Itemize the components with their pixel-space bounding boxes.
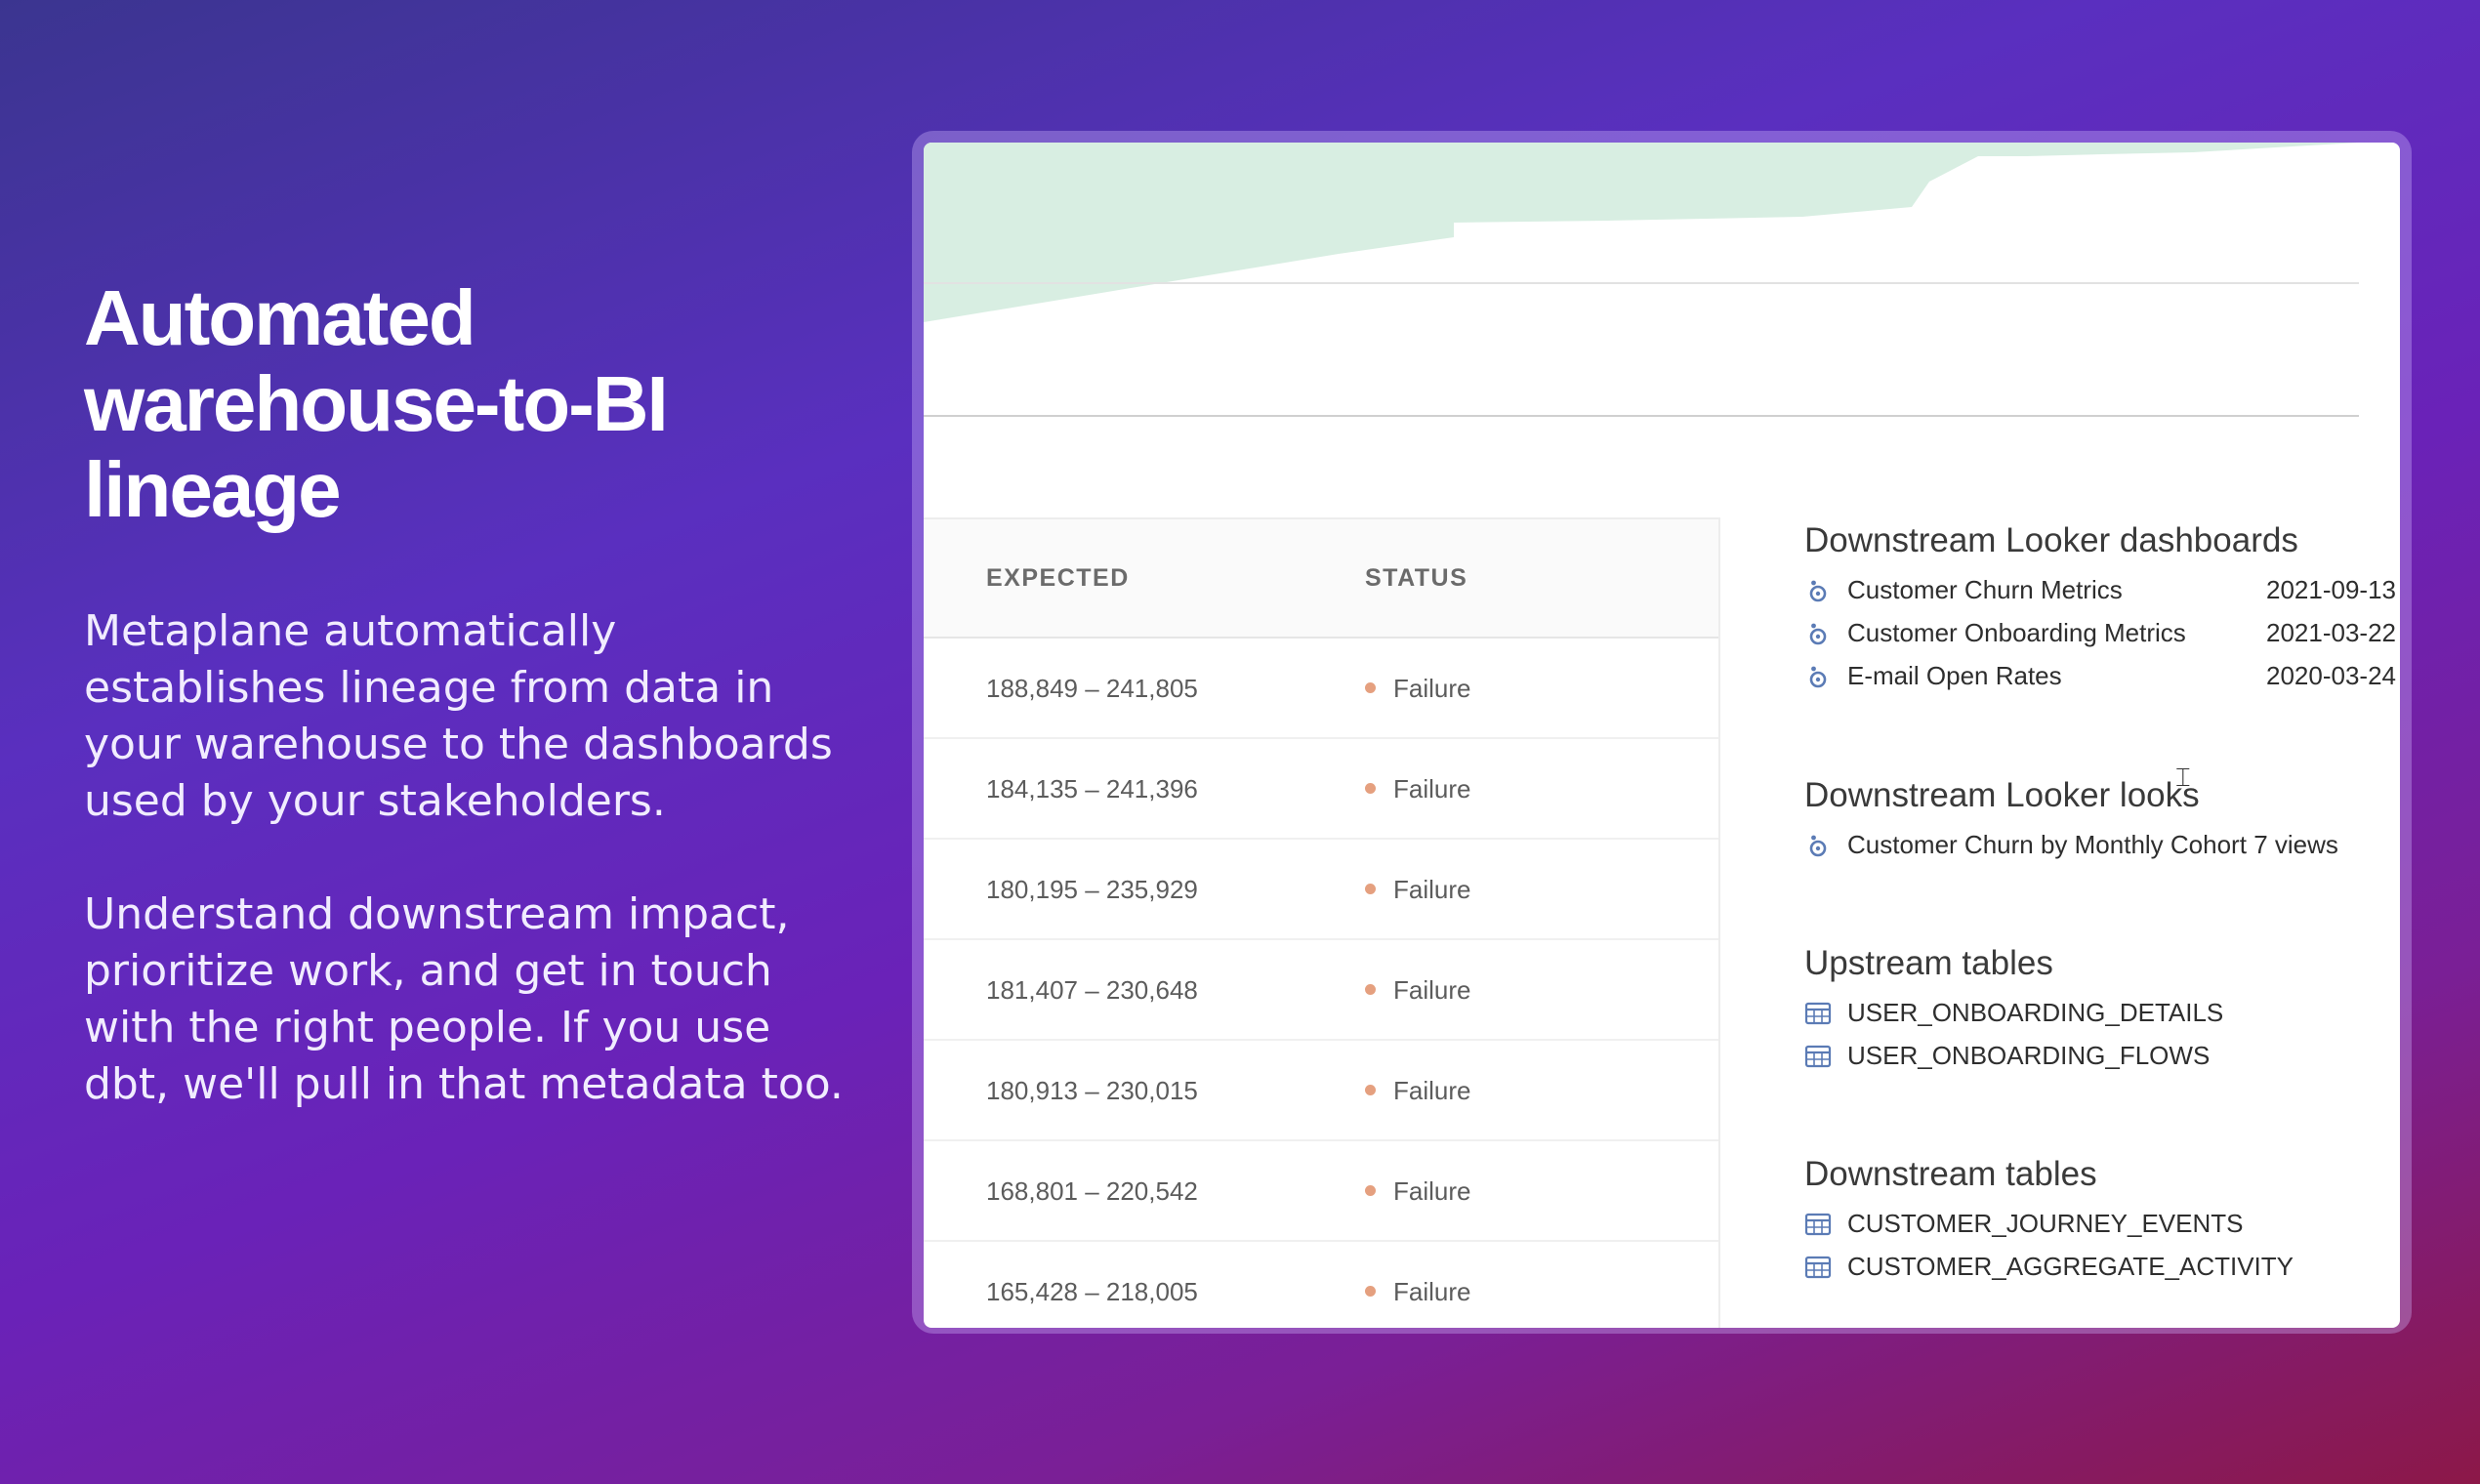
dashboard-item[interactable]: Customer Churn Metrics 2021-09-13 bbox=[1804, 568, 2396, 611]
failure-status-dot bbox=[1365, 883, 1376, 894]
table-name: USER_ONBOARDING_DETAILS bbox=[1847, 998, 2224, 1027]
looker-icon bbox=[1809, 835, 1827, 857]
expected-range-cell: 181,407 – 230,648 bbox=[986, 975, 1198, 1005]
failure-status-dot bbox=[1365, 681, 1376, 693]
status-label: Failure bbox=[1393, 674, 1471, 703]
status-cell: Failure bbox=[1365, 1076, 1470, 1106]
hero-section: Automated warehouse-to-BI lineage Metapl… bbox=[84, 275, 846, 1113]
table-item[interactable]: USER_ONBOARDING_DETAILS bbox=[1804, 991, 2390, 1034]
looker-icon bbox=[1809, 666, 1827, 688]
section-title: Downstream Looker dashboards bbox=[1804, 521, 2298, 559]
status-cell: Failure bbox=[1365, 975, 1470, 1006]
expected-range-cell: 168,801 – 220,542 bbox=[986, 1176, 1198, 1206]
table-row[interactable]: 188,849 – 241,805 Failure bbox=[924, 639, 1718, 739]
table-icon bbox=[1804, 1045, 1832, 1068]
status-cell: Failure bbox=[1365, 1277, 1470, 1307]
hero-paragraph-lineage: Metaplane automatically establishes line… bbox=[84, 606, 833, 826]
downstream-tables-section: Downstream tables CUSTOMER_JOURNEY_EVENT… bbox=[1804, 1155, 2390, 1281]
dashboard-item[interactable]: E-mail Open Rates 2020-03-24 bbox=[1804, 654, 2396, 697]
table-item[interactable]: USER_ONBOARDING_FLOWS bbox=[1804, 1034, 2390, 1077]
product-screenshot-panel: EXPECTED STATUS 188,849 – 241,805 Failur… bbox=[924, 143, 2400, 1328]
status-label: Failure bbox=[1393, 774, 1471, 804]
failure-status-dot bbox=[1365, 1184, 1376, 1196]
status-label: Failure bbox=[1393, 1277, 1471, 1306]
table-icon bbox=[1804, 1002, 1832, 1025]
hero-title: Automated warehouse-to-BI lineage bbox=[84, 275, 846, 533]
table-row[interactable]: 168,801 – 220,542 Failure bbox=[924, 1141, 1718, 1242]
dashboard-item[interactable]: Customer Onboarding Metrics 2021-03-22 bbox=[1804, 611, 2396, 654]
look-view-count: 7 views bbox=[2253, 830, 2338, 859]
section-title: Downstream tables bbox=[1804, 1155, 2097, 1193]
dashboard-name: Customer Churn Metrics bbox=[1847, 575, 2123, 604]
look-title: Customer Churn by Monthly Cohort bbox=[1847, 830, 2247, 859]
look-item[interactable]: Customer Churn by Monthly Cohort 7 views bbox=[1804, 823, 2390, 866]
status-cell: Failure bbox=[1365, 774, 1470, 804]
table-row[interactable]: 181,407 – 230,648 Failure bbox=[924, 940, 1718, 1041]
table-row[interactable]: 184,135 – 241,396 Failure bbox=[924, 739, 1718, 840]
dashboard-date: 2021-09-13 bbox=[2266, 575, 2396, 604]
status-cell: Failure bbox=[1365, 1176, 1470, 1207]
table-row[interactable]: 180,913 – 230,015 Failure bbox=[924, 1041, 1718, 1141]
hero-paragraph-impact: Understand downstream impact, prioritize… bbox=[84, 889, 844, 1109]
incident-table: EXPECTED STATUS 188,849 – 241,805 Failur… bbox=[924, 517, 1720, 1328]
hero-title-line-3: lineage bbox=[84, 446, 342, 533]
column-header-status: STATUS bbox=[1365, 564, 1468, 592]
table-icon bbox=[1804, 1213, 1832, 1236]
status-label: Failure bbox=[1393, 975, 1471, 1005]
status-cell: Failure bbox=[1365, 674, 1470, 704]
section-title: Upstream tables bbox=[1804, 944, 2053, 982]
dashboard-name: Customer Onboarding Metrics bbox=[1847, 618, 2186, 647]
downstream-dashboards-section: Downstream Looker dashboards Customer Ch… bbox=[1804, 521, 2396, 690]
section-title: Downstream Looker looks bbox=[1804, 776, 2200, 814]
expected-range-cell: 165,428 – 218,005 bbox=[986, 1277, 1198, 1306]
expected-range-cell: 184,135 – 241,396 bbox=[986, 774, 1198, 804]
table-row[interactable]: 165,428 – 218,005 Failure bbox=[924, 1242, 1718, 1328]
upstream-tables-section: Upstream tables USER_ONBOARDING_DETAILS … bbox=[1804, 944, 2390, 1070]
look-name: Customer Churn by Monthly Cohort 7 views bbox=[1847, 823, 2338, 866]
dashboard-date: 2021-03-22 bbox=[2266, 618, 2396, 647]
table-name: CUSTOMER_JOURNEY_EVENTS bbox=[1847, 1209, 2244, 1238]
table-icon bbox=[1804, 1256, 1832, 1279]
failure-status-dot bbox=[1365, 782, 1376, 794]
downstream-looks-section: Downstream Looker looks Customer Churn b… bbox=[1804, 776, 2390, 859]
dashboard-name: E-mail Open Rates bbox=[1847, 661, 2062, 690]
table-header: EXPECTED STATUS bbox=[924, 517, 1718, 639]
expected-range-cell: 180,195 – 235,929 bbox=[986, 875, 1198, 904]
table-row[interactable]: 180,195 – 235,929 Failure bbox=[924, 840, 1718, 940]
failure-status-dot bbox=[1365, 983, 1376, 995]
status-label: Failure bbox=[1393, 875, 1471, 904]
looker-icon bbox=[1809, 623, 1827, 645]
column-header-expected: EXPECTED bbox=[986, 564, 1130, 592]
status-label: Failure bbox=[1393, 1176, 1471, 1206]
expected-range-cell: 180,913 – 230,015 bbox=[986, 1076, 1198, 1105]
looker-icon bbox=[1809, 580, 1827, 602]
table-item[interactable]: CUSTOMER_JOURNEY_EVENTS bbox=[1804, 1202, 2390, 1245]
text-cursor-icon: ⌶ bbox=[2175, 763, 2191, 792]
row-count-chart bbox=[924, 143, 2400, 417]
status-cell: Failure bbox=[1365, 875, 1470, 905]
dashboard-date: 2020-03-24 bbox=[2266, 661, 2396, 690]
expected-range-band bbox=[924, 143, 2400, 322]
table-name: USER_ONBOARDING_FLOWS bbox=[1847, 1041, 2211, 1070]
failure-status-dot bbox=[1365, 1084, 1376, 1095]
table-name: CUSTOMER_AGGREGATE_ACTIVITY bbox=[1847, 1252, 2294, 1281]
expected-range-cell: 188,849 – 241,805 bbox=[986, 674, 1198, 703]
hero-title-line-2: warehouse-to-BI bbox=[84, 360, 669, 447]
status-label: Failure bbox=[1393, 1076, 1471, 1105]
hero-title-line-1: Automated bbox=[84, 274, 476, 361]
failure-status-dot bbox=[1365, 1285, 1376, 1297]
table-item[interactable]: CUSTOMER_AGGREGATE_ACTIVITY bbox=[1804, 1245, 2390, 1288]
